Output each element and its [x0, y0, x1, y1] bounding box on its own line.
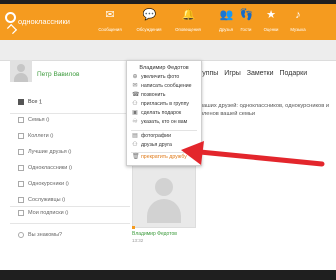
photo-icon: ▤	[132, 133, 138, 139]
chat-icon: 💬	[142, 9, 157, 21]
filter-classmates[interactable]: Одноклассники 0	[18, 165, 72, 177]
profile-name[interactable]: Петр Вавилов	[37, 71, 79, 78]
menu-item-label: фотографии	[141, 133, 171, 139]
screenshot-frame: одноклассники ✉ Сообщения 💬 Обсуждения 🔔…	[0, 4, 336, 270]
menu-item-write-message[interactable]: ✉ написать сообщение	[132, 83, 200, 92]
friends-hint-text: ваших друзей: одноклассников, однокурсни…	[200, 103, 329, 117]
do-you-know-link[interactable]: Вы знакомы?	[18, 232, 62, 244]
menu-divider	[131, 152, 197, 153]
menu-title: Владимир Федотов	[139, 65, 189, 71]
logo[interactable]: одноклассники	[4, 10, 76, 35]
filter-count: 0	[68, 165, 72, 172]
filter-label: Лучшие друзья	[28, 149, 67, 155]
filter-all[interactable]: Все 1	[18, 99, 42, 111]
menu-item-call[interactable]: ☎ позвонить	[132, 92, 200, 101]
filter-coworkers[interactable]: Сослуживцы 0	[18, 197, 65, 209]
divider	[10, 113, 130, 114]
menu-divider	[131, 130, 197, 131]
filter-label: Сослуживцы	[28, 197, 61, 203]
menu-item-send-gift[interactable]: ▣ сделать подарок	[132, 110, 200, 119]
menu-item-end-friendship[interactable]: 🗑прекратить дружбу	[132, 154, 200, 163]
checkbox[interactable]	[18, 210, 24, 216]
menu-item-photos[interactable]: ▤ фотографии	[132, 133, 200, 142]
menu-item-label: написать сообщение	[141, 83, 192, 89]
menu-item-label: указать, кто он вам	[141, 119, 188, 125]
nav-music[interactable]: ♪ Музыка	[280, 4, 316, 40]
phone-icon: ☎	[132, 92, 140, 98]
top-bar: одноклассники ✉ Сообщения 💬 Обсуждения 🔔…	[0, 4, 336, 40]
friend-photo[interactable]	[132, 164, 196, 228]
profile-avatar[interactable]	[10, 60, 32, 82]
subscriptions-label: Мои подписки	[28, 210, 64, 216]
checkbox[interactable]	[18, 133, 24, 139]
filter-count: 0	[62, 197, 66, 204]
people-icon	[18, 232, 24, 238]
subscriptions-count: 0	[65, 210, 69, 217]
menu-item-label: сделать подарок	[141, 110, 182, 116]
know-them-label: Вы знакомы?	[28, 232, 63, 238]
filter-count: 1	[39, 99, 43, 106]
filter-label: Коллеги	[28, 133, 49, 139]
divider	[10, 223, 130, 224]
tab-notes[interactable]: Заметки	[247, 70, 274, 77]
tab-gifts[interactable]: Подарки	[279, 70, 307, 77]
menu-item-label: друзья друга	[141, 142, 172, 148]
filter-count: 0	[50, 133, 54, 140]
star-icon: ★	[266, 9, 276, 21]
filter-label: Одноклассники	[28, 165, 68, 171]
friend-last-seen: 13:32	[132, 238, 144, 243]
zoom-icon: ⊕	[132, 74, 138, 80]
menu-item-invite-group[interactable]: ⚇ пригласить в группу	[132, 101, 200, 110]
filter-label: Все	[28, 99, 38, 105]
link-icon: ♾	[132, 119, 138, 125]
filter-label: Семья	[28, 117, 45, 123]
checkbox[interactable]	[18, 149, 24, 155]
tab-games[interactable]: Игры	[224, 70, 241, 77]
sub-nav-bar	[0, 40, 336, 61]
filter-groupmates[interactable]: Однокурсники 0	[18, 181, 69, 193]
my-subscriptions[interactable]: Мои подписки 0	[18, 210, 68, 222]
filter-family[interactable]: Семья 0	[18, 117, 49, 129]
filter-label: Однокурсники	[28, 181, 65, 187]
logo-text: одноклассники	[18, 17, 70, 26]
checkbox[interactable]	[18, 181, 24, 187]
profile-tabs: Группы Игры Заметки Подарки	[195, 70, 311, 77]
friend-name-link[interactable]: Владимир Федотов	[132, 231, 177, 237]
filter-count: 0	[46, 117, 50, 124]
menu-item-label: позвонить	[141, 92, 166, 98]
menu-item-label: прекратить дружбу	[141, 154, 187, 160]
nav-messages[interactable]: ✉ Сообщения	[92, 4, 128, 40]
friend-context-menu: Владимир Федотов ⊕ увеличить фото ✉ написа…	[126, 60, 202, 166]
divider	[10, 206, 130, 207]
checkbox[interactable]	[18, 165, 24, 171]
ok-logo-icon	[4, 10, 18, 35]
friends-icon: ⚇	[132, 142, 138, 148]
filter-count: 0	[68, 149, 72, 156]
filter-colleagues[interactable]: Коллеги 0	[18, 133, 53, 145]
footprints-icon: 👣	[239, 9, 254, 21]
online-indicator	[132, 226, 135, 229]
nav-discussions[interactable]: 💬 Обсуждения	[131, 4, 167, 40]
bell-icon: 🔔	[181, 9, 196, 21]
trash-icon: 🗑	[132, 154, 140, 160]
music-icon: ♪	[295, 9, 301, 21]
checkbox[interactable]	[18, 117, 24, 123]
menu-item-set-relation[interactable]: ♾ указать, кто он вам	[132, 119, 200, 128]
nav-notifications[interactable]: 🔔 Оповещения	[170, 4, 206, 40]
menu-item-label: пригласить в группу	[141, 101, 190, 107]
menu-item-enlarge-photo[interactable]: ⊕ увеличить фото	[132, 74, 200, 83]
envelope-icon: ✉	[105, 9, 115, 21]
checkbox[interactable]	[18, 99, 24, 105]
message-icon: ✉	[132, 83, 138, 89]
group-icon: ⚇	[132, 101, 138, 107]
filter-count: 0	[65, 181, 69, 188]
menu-item-friends-of-friend[interactable]: ⚇ друзья друга	[132, 142, 200, 151]
gift-icon: ▣	[132, 110, 138, 116]
menu-item-label: увеличить фото	[141, 74, 180, 80]
checkbox[interactable]	[18, 197, 24, 203]
friends-filter-panel: Все 1 Семья 0 Коллеги 0 Лучшие друзья 0 …	[10, 93, 130, 270]
nav-music-label: Музыка	[290, 27, 306, 32]
filter-best-friends[interactable]: Лучшие друзья 0	[18, 149, 71, 161]
